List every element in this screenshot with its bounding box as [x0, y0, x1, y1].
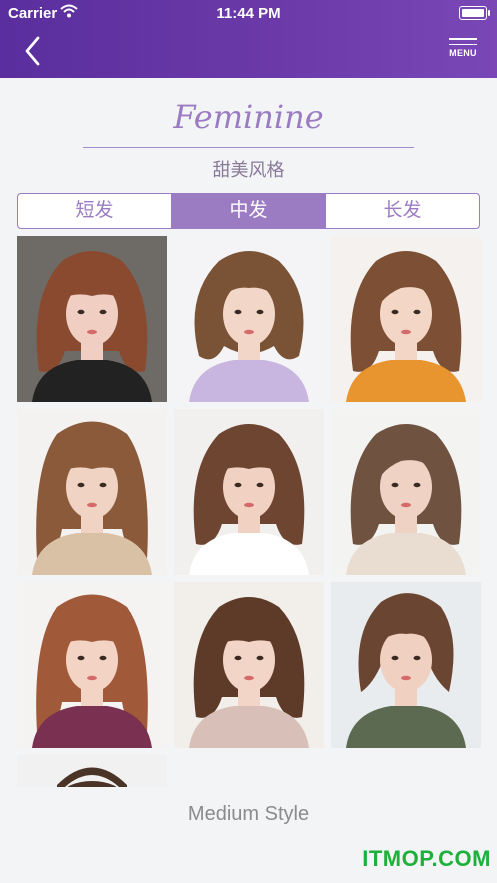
hairstyle-photo[interactable] — [17, 755, 167, 787]
hamburger-icon — [449, 38, 477, 40]
title-divider — [83, 147, 414, 148]
app-header: Carrier 11:44 PM MENU — [0, 0, 497, 78]
length-tabs: 短发 中发 长发 — [17, 193, 480, 229]
hairstyle-photo[interactable] — [17, 582, 167, 748]
watermark: ITMOP.COM — [362, 846, 491, 871]
status-bar: Carrier 11:44 PM — [0, 0, 497, 26]
hairstyle-photo[interactable] — [17, 236, 167, 402]
hairstyle-photo[interactable] — [331, 236, 481, 402]
hairstyle-photo[interactable] — [331, 409, 481, 575]
hairstyle-photo[interactable] — [17, 409, 167, 575]
chevron-left-icon — [25, 36, 40, 66]
hairstyle-photo[interactable] — [331, 582, 481, 748]
hairstyle-photo[interactable] — [174, 582, 324, 748]
status-time: 11:44 PM — [216, 5, 281, 22]
menu-button[interactable]: MENU — [449, 36, 477, 66]
tab-medium-hair[interactable]: 中发 — [172, 194, 326, 228]
hairstyle-photo[interactable] — [174, 236, 324, 402]
page-title-cn: 甜美风格 — [212, 160, 285, 180]
battery-icon — [459, 6, 490, 20]
style-caption: Medium Style — [187, 803, 310, 825]
tab-long-hair[interactable]: 长发 — [326, 194, 479, 228]
page-title-en: Feminine — [173, 98, 324, 136]
menu-label: MENU — [449, 48, 477, 58]
back-button[interactable] — [20, 34, 46, 68]
hairstyle-photo[interactable] — [174, 409, 324, 575]
tab-short-hair[interactable]: 短发 — [18, 194, 172, 228]
